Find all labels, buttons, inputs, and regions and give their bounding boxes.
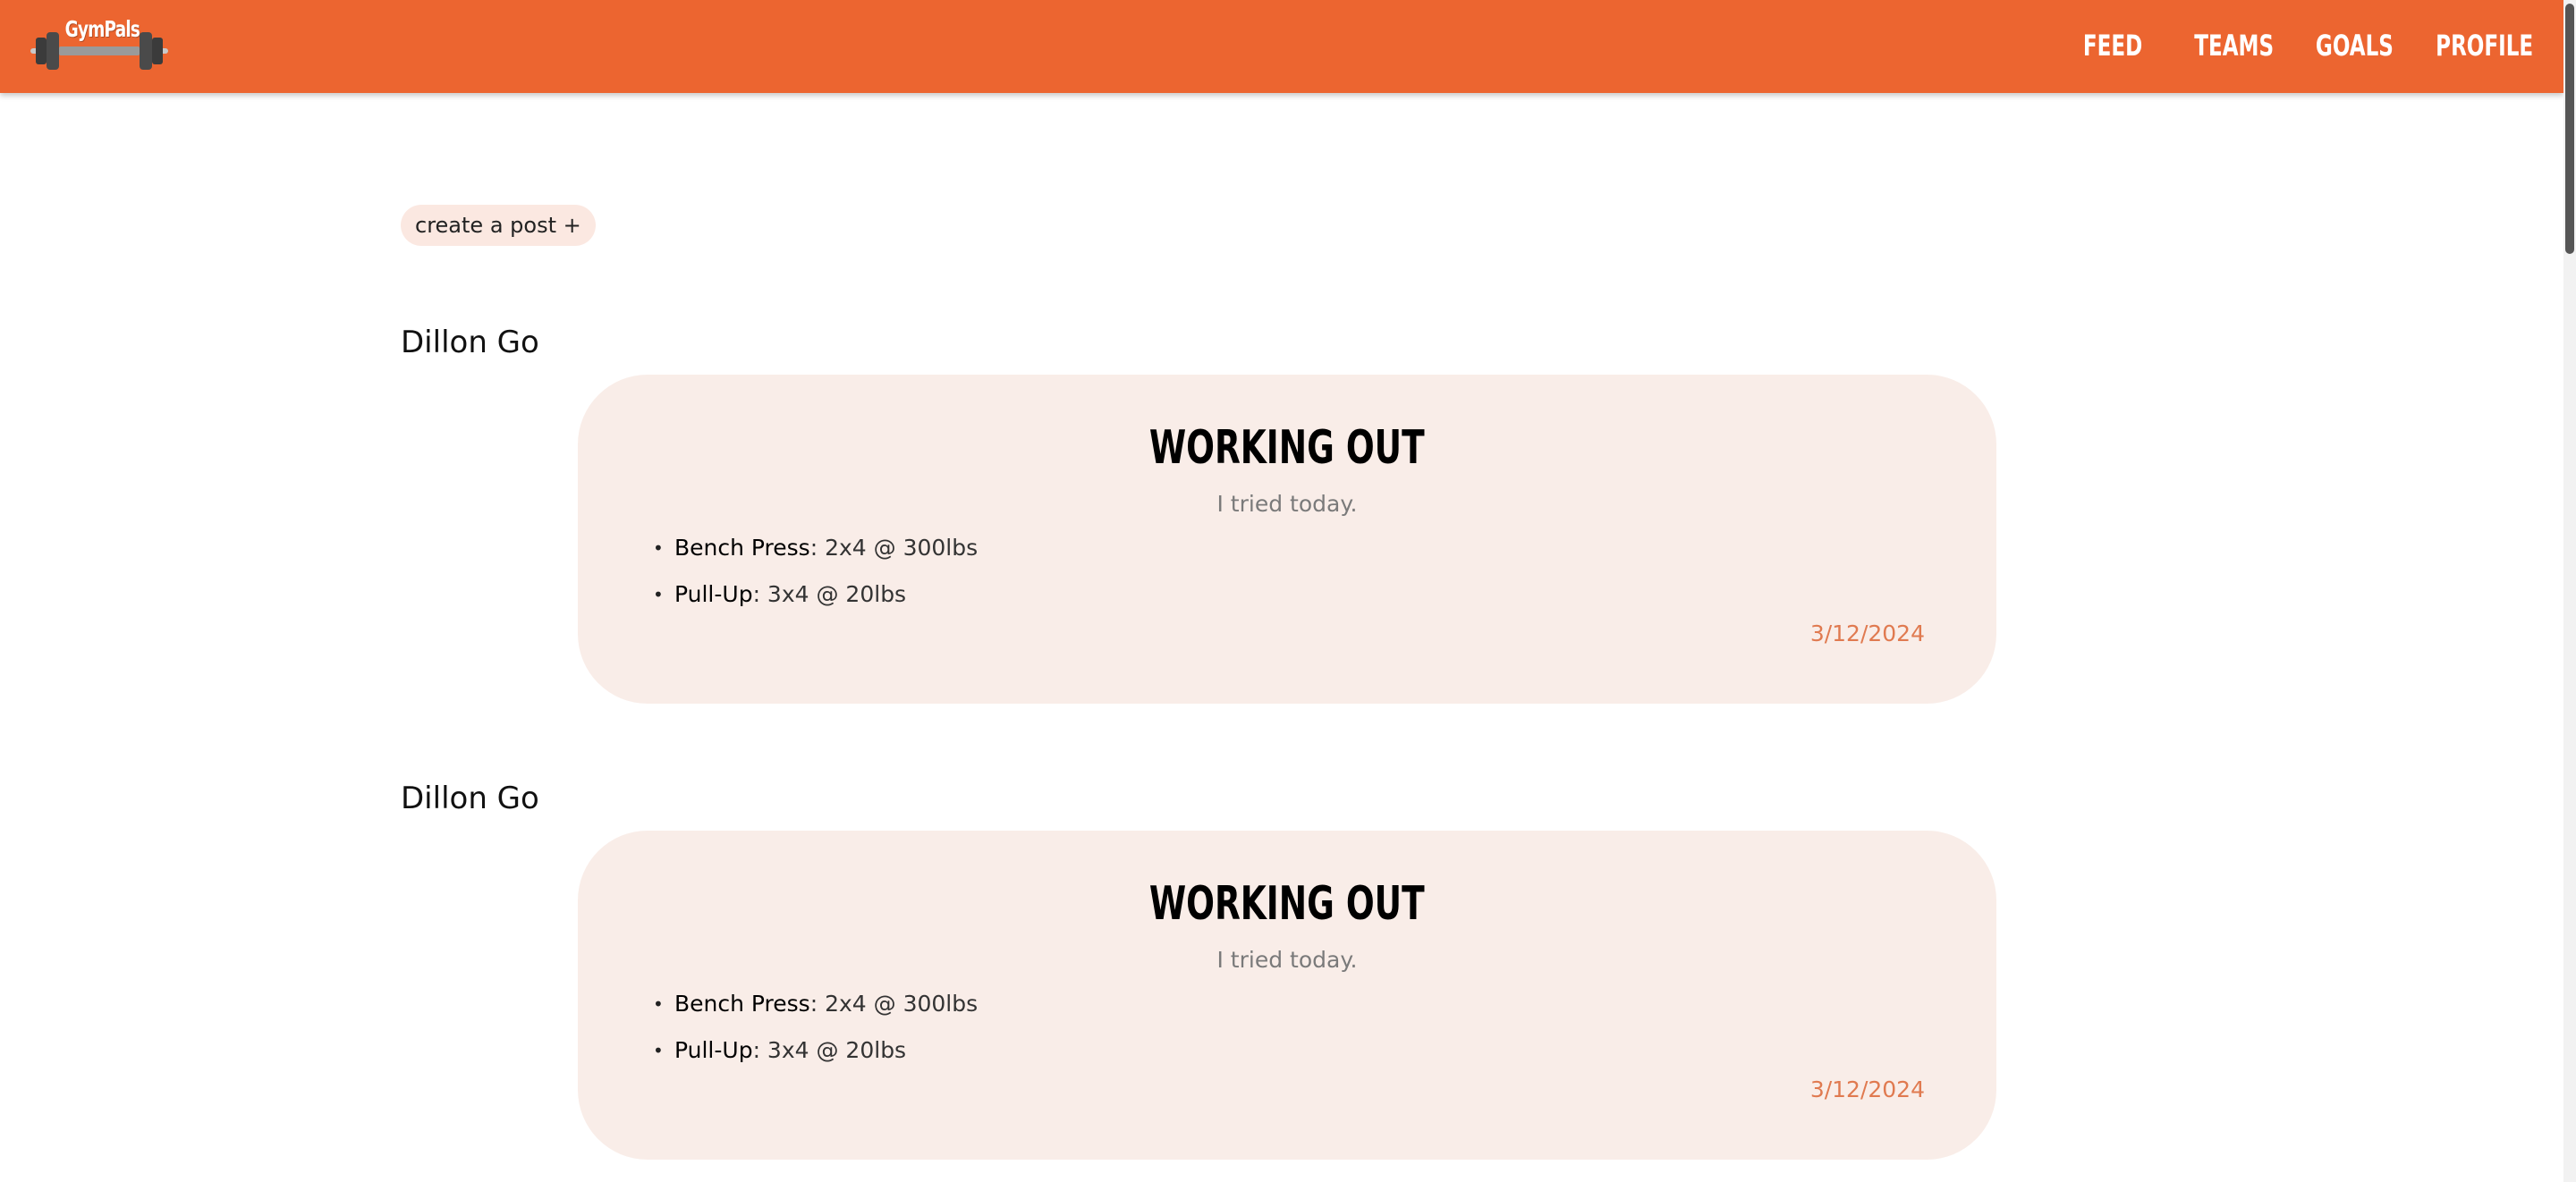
- exercise-item: Bench Press: 2x4 @ 300lbs: [653, 525, 979, 571]
- exercise-name: Bench Press: [674, 535, 810, 561]
- exercise-item: Pull-Up: 3x4 @ 20lbs: [653, 1027, 978, 1074]
- exercise-list: Bench Press: 2x4 @ 300lbs Pull-Up: 3x4 @…: [653, 525, 979, 618]
- nav-goals[interactable]: GOALS: [2316, 29, 2394, 63]
- top-navbar: GymPals FEED TEAMS GOALS PROFILE: [0, 0, 2563, 93]
- create-post-button[interactable]: create a post +: [401, 205, 596, 246]
- barbell-icon: [30, 32, 168, 70]
- post-author[interactable]: Dillon Go: [401, 325, 539, 360]
- exercise-detail: : 2x4 @ 300lbs: [809, 991, 979, 1017]
- post-title: WORKING OUT: [1149, 877, 1425, 931]
- post-date: 3/12/2024: [1809, 621, 1925, 646]
- post-card[interactable]: WORKING OUT I tried today. Bench Press: …: [578, 831, 1996, 1160]
- post-subtitle: I tried today.: [1216, 491, 1358, 517]
- exercise-name: Pull-Up: [674, 581, 753, 607]
- nav-profile[interactable]: PROFILE: [2436, 29, 2533, 63]
- exercise-item: Bench Press: 2x4 @ 300lbs: [653, 981, 979, 1027]
- gympals-logo[interactable]: GymPals: [29, 16, 170, 73]
- post-date: 3/12/2024: [1809, 1076, 1925, 1102]
- post-subtitle: I tried today.: [1216, 947, 1358, 973]
- post-card[interactable]: WORKING OUT I tried today. Bench Press: …: [578, 375, 1996, 704]
- exercise-list: Bench Press: 2x4 @ 300lbs Pull-Up: 3x4 @…: [653, 981, 979, 1074]
- exercise-detail: : 3x4 @ 20lbs: [752, 1037, 907, 1063]
- scrollbar[interactable]: [2563, 0, 2576, 1182]
- scrollbar-thumb[interactable]: [2565, 4, 2574, 254]
- exercise-item: Pull-Up: 3x4 @ 20lbs: [653, 571, 978, 618]
- exercise-name: Pull-Up: [674, 1037, 753, 1063]
- nav-teams[interactable]: TEAMS: [2194, 29, 2274, 63]
- exercise-detail: : 2x4 @ 300lbs: [809, 535, 979, 561]
- post-title: WORKING OUT: [1149, 421, 1425, 475]
- post-author[interactable]: Dillon Go: [401, 781, 539, 816]
- nav-feed[interactable]: FEED: [2083, 29, 2142, 63]
- exercise-name: Bench Press: [674, 991, 810, 1017]
- exercise-detail: : 3x4 @ 20lbs: [752, 581, 907, 607]
